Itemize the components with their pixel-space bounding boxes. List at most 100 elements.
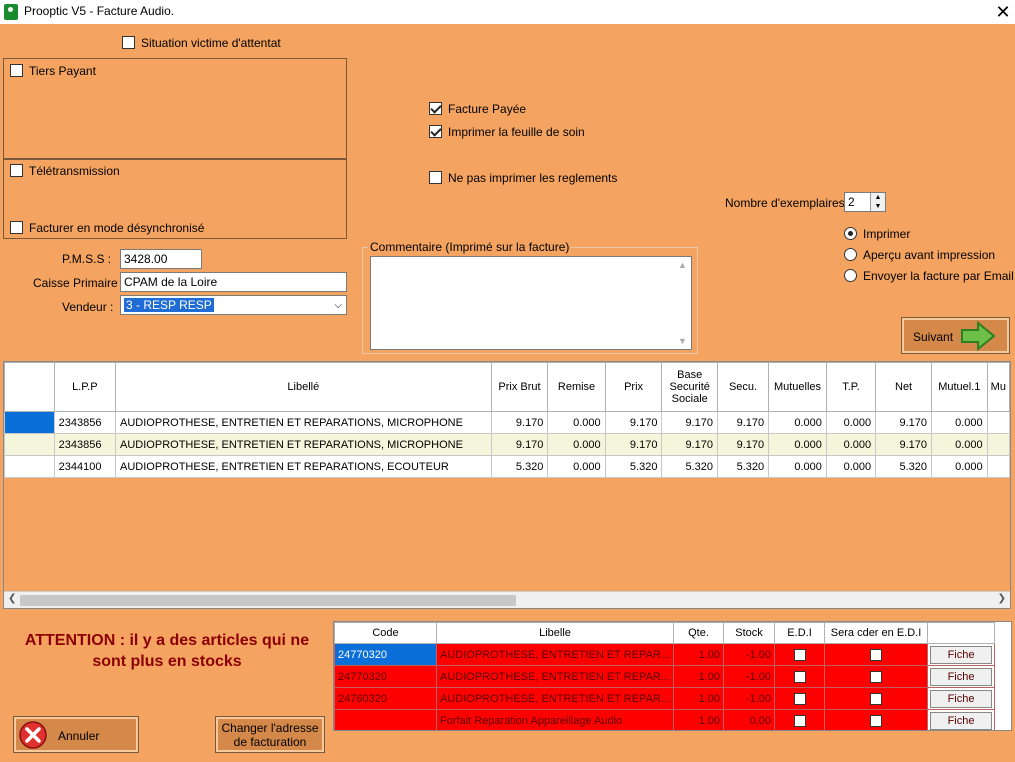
cell-edi[interactable] [774, 709, 826, 730]
cell-base-secu[interactable]: 9.170 [661, 433, 718, 456]
cell-tp[interactable]: 0.000 [825, 411, 877, 434]
scrollbar-thumb[interactable] [20, 595, 516, 606]
table-row[interactable]: 24770320 AUDIOPROTHESE, ENTRETIEN ET REP… [334, 665, 996, 688]
teletransmission-checkbox[interactable] [10, 164, 23, 177]
col-header[interactable]: Mu [986, 362, 1010, 412]
row-header[interactable] [4, 455, 55, 478]
cell-prix-brut[interactable]: 5.320 [490, 455, 549, 478]
fiche-button[interactable]: Fiche [930, 645, 993, 664]
cell-mutuel1[interactable]: 0.000 [931, 433, 988, 456]
scroll-left-icon[interactable]: ❮ [8, 593, 16, 604]
col-header[interactable]: Prix [604, 362, 663, 412]
col-header[interactable]: Prix Brut [490, 362, 549, 412]
exemplaires-spinner[interactable]: ▲ ▼ [870, 193, 885, 211]
fiche-button[interactable]: Fiche [930, 711, 993, 730]
col-header[interactable]: T.P. [825, 362, 877, 412]
annuler-button[interactable]: Annuler [13, 716, 139, 753]
tiers-payant-checkbox[interactable] [10, 64, 23, 77]
caisse-input[interactable]: CPAM de la Loire [120, 272, 347, 292]
cell-base-secu[interactable]: 5.320 [661, 455, 718, 478]
scroll-up-icon[interactable]: ▲ [678, 260, 687, 270]
cell-libelle[interactable]: AUDIOPROTHESE, ENTRETIEN ET REPAR... [435, 643, 675, 666]
col-header[interactable]: Remise [547, 362, 606, 412]
cell-remise[interactable]: 0.000 [547, 455, 606, 478]
suivant-button[interactable]: Suivant [901, 317, 1010, 354]
chevron-down-icon[interactable]: ⌵ [334, 298, 342, 314]
col-header[interactable]: Qte. [673, 622, 725, 644]
cell-sera-cder[interactable] [824, 687, 929, 710]
cell-base-secu[interactable]: 9.170 [661, 411, 718, 434]
col-header[interactable]: Libellé [115, 362, 492, 412]
cell-libelle[interactable]: AUDIOPROTHESE, ENTRETIEN ET REPARATIONS,… [115, 433, 492, 456]
changer-adresse-button[interactable]: Changer l'adresse de facturation [215, 716, 325, 753]
cell-tp[interactable]: 0.000 [825, 455, 877, 478]
cell-edi[interactable] [774, 643, 826, 666]
sera-cder-checkbox[interactable] [870, 714, 883, 727]
close-icon[interactable]: ✕ [992, 1, 1014, 23]
cell-mutuelles[interactable]: 0.000 [768, 433, 827, 456]
facture-payee-checkbox[interactable] [429, 102, 442, 115]
col-header[interactable]: Libelle [435, 622, 675, 644]
cell-extra[interactable] [986, 433, 1010, 456]
cell-prix-brut[interactable]: 9.170 [490, 433, 549, 456]
cell-libelle[interactable]: AUDIOPROTHESE, ENTRETIEN ET REPARATIONS,… [115, 411, 492, 434]
cell-stock[interactable]: -1.00 [723, 665, 776, 688]
cell-libelle[interactable]: Forfait Reparation Appareillage Audio [435, 709, 675, 730]
fiche-button[interactable]: Fiche [930, 689, 993, 708]
edi-checkbox[interactable] [793, 648, 806, 661]
cell-net[interactable]: 9.170 [875, 433, 932, 456]
pmss-input[interactable]: 3428.00 [120, 249, 202, 269]
cell-net[interactable]: 9.170 [875, 411, 932, 434]
cell-mutuelles[interactable]: 0.000 [768, 455, 827, 478]
col-header[interactable]: Code [334, 622, 437, 644]
col-header[interactable]: Net [875, 362, 932, 412]
radio-imprimer[interactable] [844, 227, 857, 240]
col-header[interactable]: Mutuel.1 [931, 362, 988, 412]
cell-prix[interactable]: 9.170 [604, 411, 663, 434]
commentaire-textarea[interactable] [370, 256, 692, 350]
cell-net[interactable]: 5.320 [875, 455, 932, 478]
desynchro-checkbox[interactable] [10, 221, 23, 234]
table-row[interactable]: 2343856 AUDIOPROTHESE, ENTRETIEN ET REPA… [4, 433, 1010, 456]
cell-libelle[interactable]: AUDIOPROTHESE, ENTRETIEN ET REPAR... [435, 687, 675, 710]
edi-checkbox[interactable] [793, 692, 806, 705]
scroll-down-icon[interactable]: ▼ [678, 336, 687, 346]
cell-extra[interactable] [986, 411, 1010, 434]
imprimer-feuille-checkbox[interactable] [429, 125, 442, 138]
cell-code[interactable]: 24760320 [334, 687, 437, 710]
victime-attentat-checkbox[interactable] [122, 36, 135, 49]
cell-code[interactable] [334, 709, 437, 730]
cell-lpp[interactable]: 2343856 [53, 433, 117, 456]
cell-libelle[interactable]: AUDIOPROTHESE, ENTRETIEN ET REPARATIONS,… [115, 455, 492, 478]
cell-code[interactable]: 24770320 [334, 643, 437, 666]
cell-lpp[interactable]: 2344100 [53, 455, 117, 478]
col-header[interactable]: E.D.I [774, 622, 826, 644]
cell-libelle[interactable]: AUDIOPROTHESE, ENTRETIEN ET REPAR... [435, 665, 675, 688]
table-row[interactable]: 24770320 AUDIOPROTHESE, ENTRETIEN ET REP… [334, 643, 996, 666]
edi-checkbox[interactable] [793, 714, 806, 727]
vendeur-select[interactable]: 3 - RESP RESP ⌵ [120, 295, 347, 315]
spin-down-icon[interactable]: ▼ [871, 202, 885, 211]
cell-sera-cder[interactable] [824, 665, 929, 688]
cell-qte[interactable]: 1.00 [673, 665, 725, 688]
cell-stock[interactable]: -1.00 [723, 643, 776, 666]
sera-cder-checkbox[interactable] [870, 670, 883, 683]
radio-apercu[interactable] [844, 248, 857, 261]
sera-cder-checkbox[interactable] [870, 692, 883, 705]
cell-tp[interactable]: 0.000 [825, 433, 877, 456]
ne-pas-imprimer-checkbox[interactable] [429, 171, 442, 184]
cell-prix[interactable]: 9.170 [604, 433, 663, 456]
cell-stock[interactable]: 0.00 [723, 709, 776, 730]
col-header[interactable]: L.P.P [53, 362, 117, 412]
cell-prix[interactable]: 5.320 [604, 455, 663, 478]
row-header[interactable] [4, 433, 55, 456]
col-header[interactable]: Stock [723, 622, 776, 644]
sera-cder-checkbox[interactable] [870, 648, 883, 661]
cell-code[interactable]: 24770320 [334, 665, 437, 688]
cell-qte[interactable]: 1.00 [673, 709, 725, 730]
cell-sera-cder[interactable] [824, 643, 929, 666]
cell-prix-brut[interactable]: 9.170 [490, 411, 549, 434]
table-row[interactable]: 24760320 AUDIOPROTHESE, ENTRETIEN ET REP… [334, 687, 996, 710]
cell-stock[interactable]: -1.00 [723, 687, 776, 710]
col-header[interactable]: Secu. [716, 362, 770, 412]
